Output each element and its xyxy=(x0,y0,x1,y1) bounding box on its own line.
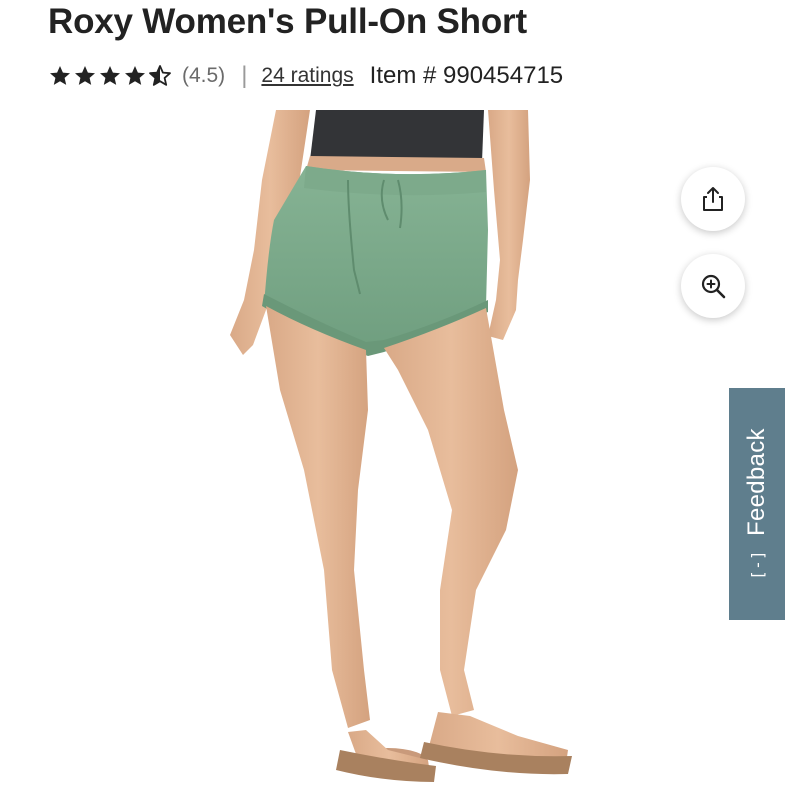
product-image[interactable] xyxy=(48,110,698,800)
divider: | xyxy=(241,62,248,89)
item-number: Item # 990454715 xyxy=(369,62,564,89)
ratings-link[interactable]: 24 ratings xyxy=(261,64,353,88)
share-icon xyxy=(703,187,723,211)
star-icon xyxy=(125,66,145,85)
star-rating[interactable] xyxy=(48,64,172,88)
rating-value: (4.5) xyxy=(182,64,226,87)
star-icon xyxy=(75,66,95,85)
feedback-icon: [-] xyxy=(747,550,767,580)
star-icon xyxy=(100,66,120,85)
rating-row: (4.5) | 24 ratings Item # 990454715 xyxy=(48,58,563,94)
product-title: Roxy Women's Pull-On Short xyxy=(48,2,527,41)
half-star-icon xyxy=(149,65,171,86)
zoom-in-icon xyxy=(701,274,726,299)
feedback-label: Feedback xyxy=(743,428,770,536)
star-icon xyxy=(50,66,70,85)
share-button[interactable] xyxy=(681,167,745,231)
feedback-tab[interactable]: [-] Feedback xyxy=(729,388,785,620)
zoom-button[interactable] xyxy=(681,254,745,318)
